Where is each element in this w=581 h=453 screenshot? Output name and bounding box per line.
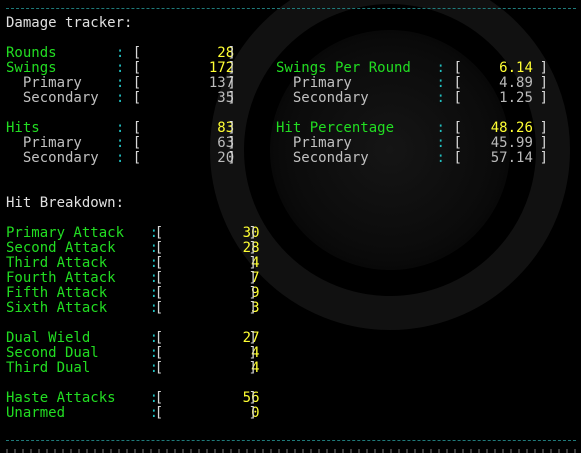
stat-label: Dual Wield (6, 330, 91, 346)
bracket-close: ] (248, 345, 257, 361)
bracket-close: ] (248, 240, 257, 256)
bracket-close: ] (248, 405, 257, 421)
bracket-open: [ (132, 150, 142, 166)
stat-label: Primary (6, 135, 82, 151)
bracket-open: [ (154, 390, 164, 406)
bracket-open: [ (154, 405, 164, 421)
colon-separator: : (436, 60, 445, 76)
bracket-close: ] (539, 120, 549, 136)
stat-label: Haste Attacks (6, 390, 116, 406)
bracket-open: [ (453, 135, 462, 151)
bracket-close: ] (248, 255, 257, 271)
bracket-close: ] (227, 150, 236, 166)
bracket-close: ] (248, 330, 257, 346)
bracket-open: [ (154, 225, 164, 241)
stat-label: Fifth Attack (6, 285, 108, 301)
bracket-close: ] (248, 360, 257, 376)
stat-label: Second Attack (6, 240, 116, 256)
stat-label: Swings Per Round (276, 60, 411, 76)
bracket-open: [ (154, 285, 164, 301)
bracket-open: [ (154, 270, 164, 286)
colon-separator: : (436, 150, 445, 166)
bracket-close: ] (227, 75, 236, 91)
stat-label: Primary Attack (6, 225, 125, 241)
stat-value: 1.25 (499, 90, 533, 106)
bracket-close: ] (227, 120, 236, 136)
bracket-open: [ (154, 360, 164, 376)
top-divider (6, 8, 576, 9)
colon-separator: : (115, 60, 125, 76)
bracket-close: ] (539, 150, 549, 166)
bracket-open: [ (154, 240, 164, 256)
colon-separator: : (115, 120, 125, 136)
bracket-close: ] (227, 60, 236, 76)
stat-label: Second Dual (6, 345, 99, 361)
stat-value: 4.89 (499, 75, 533, 91)
bracket-open: [ (154, 300, 164, 316)
terminal-screen: Damage tracker: Hit Breakdown: Rounds:[2… (0, 0, 581, 453)
bracket-close: ] (227, 90, 236, 106)
stat-label: Secondary (276, 90, 369, 106)
bracket-open: [ (453, 150, 462, 166)
bracket-close: ] (248, 285, 257, 301)
bracket-close: ] (227, 135, 236, 151)
bracket-close: ] (539, 75, 549, 91)
colon-separator: : (436, 90, 445, 106)
bracket-open: [ (132, 45, 142, 61)
bracket-open: [ (132, 75, 142, 91)
breakdown-title: Hit Breakdown: (6, 195, 125, 211)
stat-label: Sixth Attack (6, 300, 108, 316)
stat-label: Third Dual (6, 360, 91, 376)
bracket-open: [ (154, 345, 164, 361)
bracket-close: ] (248, 270, 257, 286)
stat-label: Swings (6, 60, 57, 76)
bracket-open: [ (132, 120, 142, 136)
stat-label: Primary (6, 75, 82, 91)
colon-separator: : (115, 150, 125, 166)
colon-separator: : (436, 135, 445, 151)
bracket-close: ] (248, 300, 257, 316)
stat-value: 48.26 (490, 120, 533, 136)
bottom-divider (6, 440, 576, 441)
stat-label: Secondary (6, 150, 99, 166)
colon-separator: : (436, 75, 445, 91)
stat-label: Hits (6, 120, 40, 136)
colon-separator: : (115, 45, 125, 61)
bracket-open: [ (132, 135, 142, 151)
bracket-open: [ (154, 255, 164, 271)
stat-value: 57.14 (490, 150, 533, 166)
bracket-open: [ (154, 330, 164, 346)
stat-label: Primary (276, 75, 352, 91)
stat-label: Secondary (6, 90, 99, 106)
bracket-close: ] (539, 135, 549, 151)
stat-label: Fourth Attack (6, 270, 116, 286)
bracket-close: ] (227, 45, 236, 61)
stat-label: Hit Percentage (276, 120, 395, 136)
page-title: Damage tracker: (6, 15, 133, 31)
colon-separator: : (115, 90, 125, 106)
stat-label: Rounds (6, 45, 57, 61)
bracket-open: [ (453, 90, 462, 106)
bracket-open: [ (453, 120, 462, 136)
colon-separator: : (436, 120, 445, 136)
stat-value: 45.99 (490, 135, 533, 151)
stat-label: Third Attack (6, 255, 108, 271)
colon-separator: : (115, 135, 125, 151)
bracket-close: ] (539, 90, 549, 106)
stat-label: Secondary (276, 150, 369, 166)
bracket-close: ] (248, 390, 257, 406)
stat-label: Primary (276, 135, 352, 151)
stat-label: Unarmed (6, 405, 66, 421)
bracket-close: ] (248, 225, 257, 241)
bracket-open: [ (453, 75, 462, 91)
bracket-close: ] (539, 60, 549, 76)
bracket-open: [ (132, 60, 142, 76)
stat-value: 6.14 (499, 60, 533, 76)
colon-separator: : (115, 75, 125, 91)
bracket-open: [ (453, 60, 462, 76)
bracket-open: [ (132, 90, 142, 106)
status-line-fragment (6, 449, 576, 453)
